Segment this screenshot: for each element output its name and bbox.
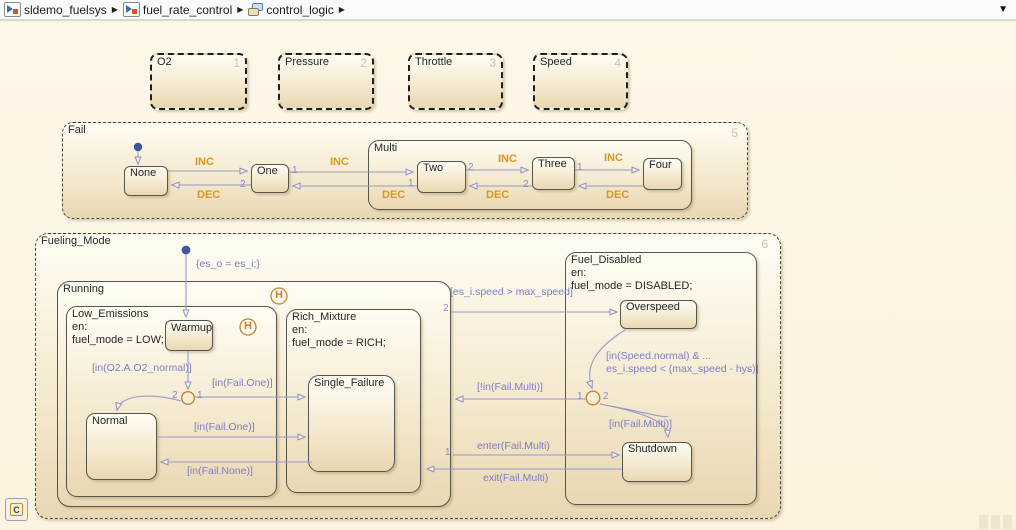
subsystem-icon (122, 2, 140, 17)
subchart-pressure[interactable]: Pressure 2 (278, 53, 374, 110)
state-fail-number: 5 (731, 126, 738, 140)
transition-label-dec[interactable]: DEC (486, 189, 509, 201)
transition-number: 2 (468, 162, 474, 173)
state-rich-mixture-action: fuel_mode = RICH; (292, 337, 386, 349)
state-rich-mixture-label: Rich_Mixture (292, 311, 357, 323)
state-single-failure-label: Single_Failure (314, 377, 385, 389)
subchart-speed-label: Speed (540, 56, 572, 68)
state-low-emissions-action: fuel_mode = LOW; (72, 334, 164, 346)
transition-label-not-in-fail-multi[interactable]: [!in(Fail.Multi)] (477, 381, 543, 393)
subchart-throttle-label: Throttle (415, 56, 453, 68)
state-fuel-disabled-label: Fuel_Disabled (571, 254, 642, 266)
transition-number: 2 (443, 303, 449, 314)
state-one[interactable]: One (251, 164, 289, 193)
subchart-throttle[interactable]: Throttle 3 (408, 53, 503, 110)
transition-number: 1 (577, 162, 583, 173)
transition-label-init-action[interactable]: {es_o = es_i;} (196, 258, 260, 270)
transition-label-inc[interactable]: INC (498, 153, 517, 165)
history-junction-label: H (244, 320, 252, 332)
stateflow-editor-window: sldemo_fuelsys ▶ fuel_rate_control ▶ con… (0, 0, 1016, 530)
transition-label-speed-gt[interactable]: [es_i.speed > max_speed] (450, 286, 573, 298)
state-one-label: One (257, 165, 278, 177)
action-language-badge[interactable]: C (5, 498, 28, 521)
state-fueling-mode-number: 6 (761, 237, 768, 251)
state-fail-label: Fail (68, 124, 86, 136)
subchart-pressure-number: 2 (360, 56, 367, 70)
transition-label-inc[interactable]: INC (604, 152, 623, 164)
transition-label-in-fail-one[interactable]: [in(Fail.One)] (194, 421, 255, 433)
history-junction-label: H (275, 289, 283, 301)
chevron-right-icon: ▶ (237, 5, 244, 14)
state-overspeed[interactable]: Overspeed (620, 300, 697, 329)
breadcrumb-item-subsystem[interactable]: fuel_rate_control (143, 3, 232, 17)
subchart-o2-label: O2 (157, 56, 172, 68)
transition-number: 2 (523, 179, 529, 190)
state-shutdown-label: Shutdown (628, 443, 677, 455)
state-three[interactable]: Three (532, 157, 575, 190)
chart-icon (248, 3, 264, 16)
transition-number: 1 (292, 165, 298, 176)
state-four-label: Four (649, 159, 672, 171)
state-rich-mixture-en: en: (292, 324, 308, 336)
subchart-pressure-label: Pressure (285, 56, 330, 68)
chevron-right-icon: ▶ (111, 5, 118, 14)
transition-number: 1 (445, 447, 451, 458)
transition-label-in-fail-one[interactable]: [in(Fail.One)] (212, 377, 273, 389)
state-low-emissions-en: en: (72, 321, 88, 333)
breadcrumb-item-model[interactable]: sldemo_fuelsys (24, 3, 107, 17)
transition-label-in-o2-normal[interactable]: [in(O2.A.O2_normal)] (92, 362, 192, 374)
state-none[interactable]: None (124, 166, 168, 196)
transition-number: 1 (197, 390, 203, 401)
state-low-emissions-label: Low_Emissions (72, 308, 149, 320)
subchart-o2[interactable]: O2 1 (150, 53, 247, 110)
subchart-speed[interactable]: Speed 4 (533, 53, 628, 110)
state-single-failure[interactable]: Single_Failure (308, 375, 395, 472)
breadcrumb-item-chart[interactable]: control_logic (266, 3, 333, 17)
resize-grip[interactable] (979, 515, 1012, 529)
state-two[interactable]: Two (417, 161, 466, 193)
state-shutdown[interactable]: Shutdown (622, 442, 692, 482)
model-icon (4, 2, 21, 17)
state-running-label: Running (63, 283, 104, 295)
breadcrumb: sldemo_fuelsys ▶ fuel_rate_control ▶ con… (0, 0, 1016, 21)
transition-label-in-fail-none[interactable]: [in(Fail.None)] (187, 465, 253, 477)
state-normal[interactable]: Normal (86, 413, 157, 480)
state-none-label: None (130, 167, 157, 179)
subchart-throttle-number: 3 (489, 56, 496, 70)
state-multi-label: Multi (374, 142, 398, 154)
state-three-label: Three (538, 158, 567, 170)
chart-canvas[interactable]: O2 1 Pressure 2 Throttle 3 Speed 4 Fail … (0, 23, 1016, 530)
transition-label-dec[interactable]: DEC (197, 189, 220, 201)
state-overspeed-label: Overspeed (626, 301, 680, 313)
transition-number: 2 (603, 391, 609, 402)
state-four[interactable]: Four (643, 158, 682, 190)
subchart-speed-number: 4 (614, 56, 621, 70)
transition-number: 1 (577, 391, 583, 402)
state-normal-label: Normal (92, 415, 128, 427)
state-two-label: Two (423, 162, 444, 174)
state-fuel-disabled-en: en: (571, 267, 587, 279)
transition-label-in-speed-normal[interactable]: [in(Speed.normal) & ... (606, 350, 711, 362)
action-language-c-icon: C (10, 503, 23, 516)
transition-number: 2 (172, 390, 178, 401)
state-fuel-disabled-action: fuel_mode = DISABLED; (571, 280, 693, 292)
transition-number: 1 (408, 178, 414, 189)
subchart-o2-number: 1 (233, 56, 240, 70)
transition-label-exit-fail-multi[interactable]: exit(Fail.Multi) (483, 472, 548, 484)
transition-label-speed-lt[interactable]: es_i.speed < (max_speed - hys)] (606, 363, 759, 375)
transition-label-inc[interactable]: INC (195, 156, 214, 168)
transition-label-enter-fail-multi[interactable]: enter(Fail.Multi) (477, 440, 550, 452)
transition-label-in-fail-multi[interactable]: [in(Fail.Multi)] (609, 418, 672, 430)
state-warmup-label: Warmup (171, 322, 213, 334)
transition-label-inc[interactable]: INC (330, 156, 349, 168)
state-fueling-mode-label: Fueling_Mode (41, 235, 111, 247)
transition-label-dec[interactable]: DEC (606, 189, 629, 201)
transition-number: 2 (240, 179, 246, 190)
state-warmup[interactable]: Warmup (165, 320, 213, 351)
chevron-right-icon: ▶ (338, 5, 345, 14)
breadcrumb-dropdown-icon[interactable]: ▼ (998, 4, 1008, 15)
transition-label-dec[interactable]: DEC (382, 189, 405, 201)
